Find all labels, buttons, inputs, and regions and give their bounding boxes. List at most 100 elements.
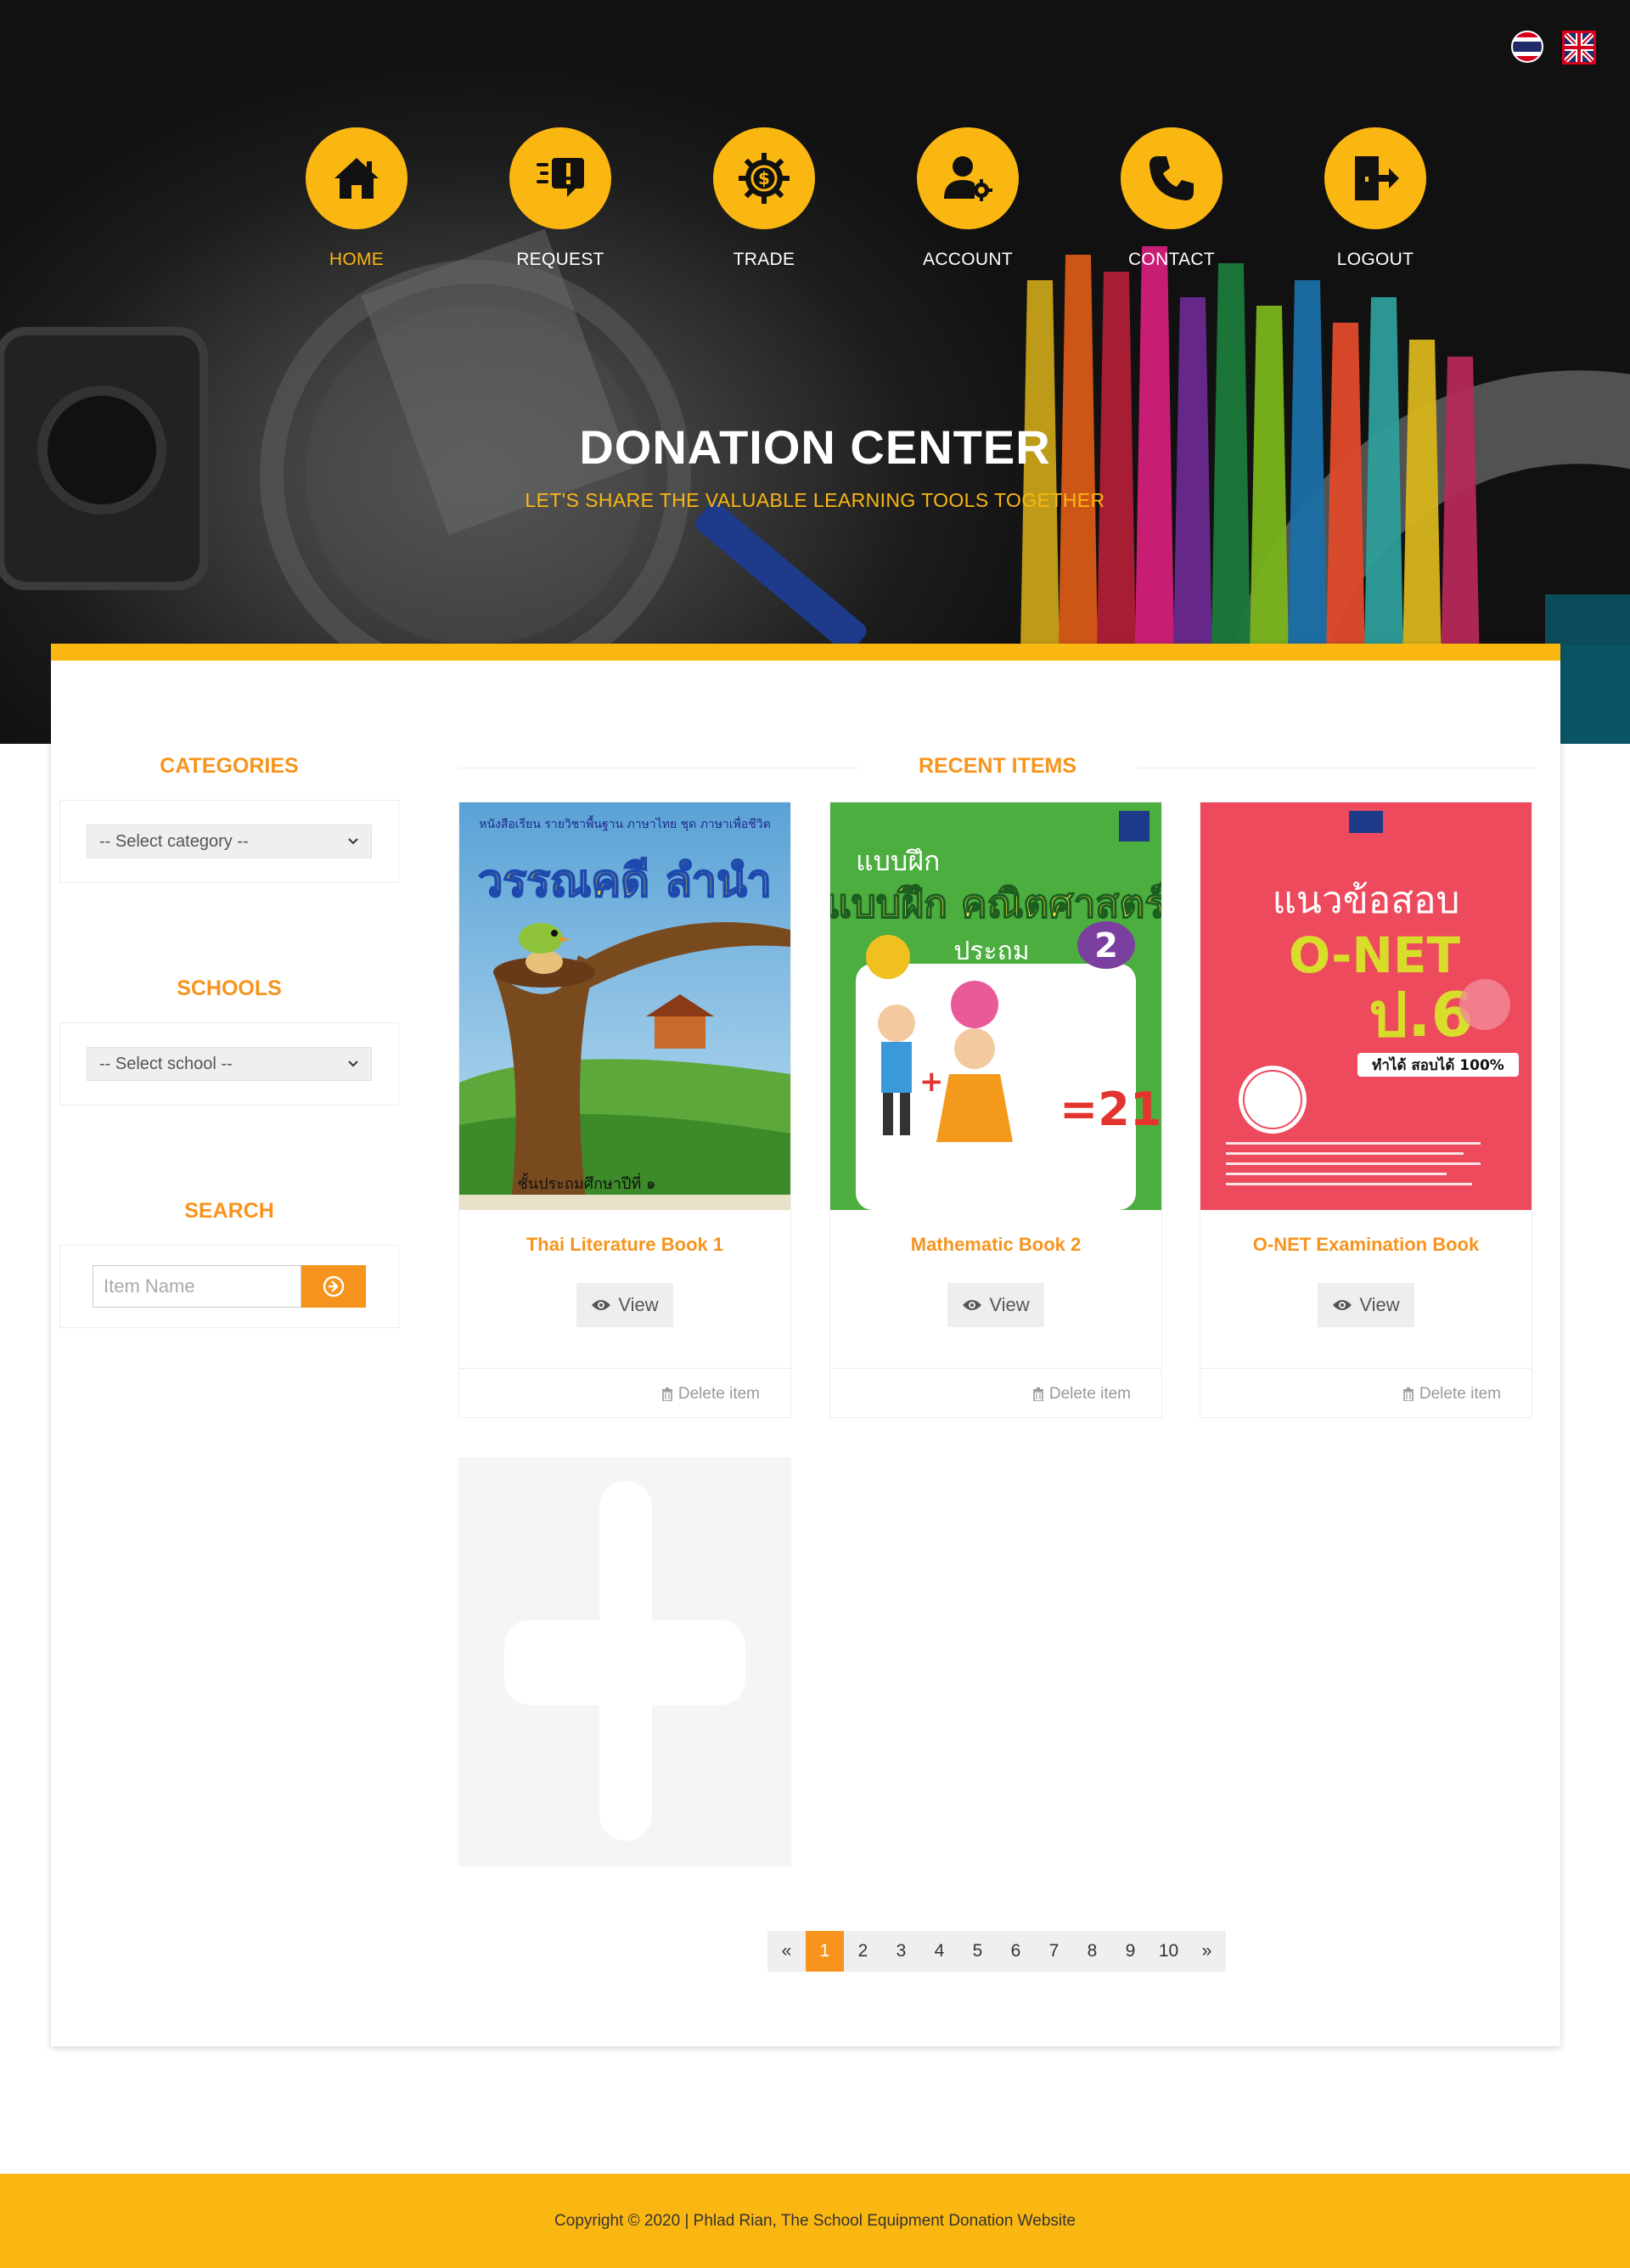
- nav-logout[interactable]: LOGOUT: [1273, 127, 1477, 270]
- item-cover-image[interactable]: หนังสือเรียน รายวิชาพื้นฐาน ภาษาไทย ชุด …: [459, 802, 790, 1210]
- uk-flag-icon[interactable]: [1562, 31, 1596, 65]
- view-button[interactable]: View: [1318, 1283, 1414, 1327]
- phone-icon: [1121, 127, 1222, 229]
- page-6[interactable]: 6: [997, 1931, 1035, 1972]
- page-subtitle: LET'S SHARE THE VALUABLE LEARNING TOOLS …: [525, 489, 1105, 511]
- item-card: แบบฝึก แบบฝึก คณิตศาสตร์ ประถม 2 =21 + M…: [829, 802, 1162, 1418]
- view-label: View: [1359, 1294, 1400, 1315]
- category-select[interactable]: -- Select category --: [87, 824, 372, 858]
- cover-footer-text: ชั้นประถมศึกษาปีที่ ๑: [518, 1173, 656, 1193]
- nav-trade[interactable]: $ TRADE: [662, 127, 866, 270]
- trade-icon: $: [713, 127, 815, 229]
- cover-header-text: หนังสือเรียน รายวิชาพื้นฐาน ภาษาไทย ชุด …: [479, 815, 771, 831]
- nav-home[interactable]: HOME: [255, 127, 458, 270]
- nav-contact[interactable]: CONTACT: [1070, 127, 1273, 270]
- recent-items-header: RECENT ITEMS: [458, 751, 1537, 785]
- copyright-text: Copyright © 2020 | Phlad Rian, The Schoo…: [554, 2211, 1076, 2230]
- search-input[interactable]: Item Name: [93, 1265, 301, 1308]
- delete-item-link[interactable]: Delete item: [1032, 1385, 1131, 1404]
- page-8[interactable]: 8: [1073, 1931, 1111, 1972]
- svg-text:แบบฝึก: แบบฝึก: [856, 845, 940, 877]
- item-name[interactable]: Thai Literature Book 1: [459, 1234, 790, 1256]
- categories-box: -- Select category --: [59, 800, 399, 883]
- item-name[interactable]: O-NET Examination Book: [1200, 1234, 1532, 1256]
- add-item-card[interactable]: [458, 1457, 791, 1866]
- page-1[interactable]: 1: [806, 1931, 844, 1972]
- delete-item-link[interactable]: Delete item: [661, 1385, 760, 1404]
- nav-request-label: REQUEST: [516, 250, 604, 269]
- recent-items-title: RECENT ITEMS: [918, 754, 1077, 778]
- thai-flag-icon[interactable]: [1511, 31, 1543, 63]
- view-label: View: [989, 1294, 1030, 1315]
- nav-contact-label: CONTACT: [1127, 250, 1216, 269]
- account-icon: [917, 127, 1019, 229]
- cover-title-text: แนวข้อสอบ: [1273, 879, 1460, 922]
- page-9[interactable]: 9: [1111, 1931, 1149, 1972]
- card-divider: [459, 1368, 790, 1369]
- eye-icon: [592, 1300, 611, 1310]
- hero-banner: HOME REQUEST $ TRADE ACCOUNT CONTACT LOG…: [0, 0, 1630, 744]
- school-supplies-background: [0, 228, 1630, 744]
- page-3[interactable]: 3: [882, 1931, 920, 1972]
- eye-icon: [1333, 1300, 1352, 1310]
- arrow-circle-icon: [323, 1275, 345, 1297]
- item-card: แนวข้อสอบ O-NET ป.6 ทำได้ สอบได้ 100% O-…: [1200, 802, 1532, 1418]
- delete-label: Delete item: [1419, 1385, 1501, 1403]
- page-5[interactable]: 5: [958, 1931, 997, 1972]
- item-cover-image[interactable]: แนวข้อสอบ O-NET ป.6 ทำได้ สอบได้ 100%: [1200, 802, 1532, 1210]
- school-select[interactable]: -- Select school --: [87, 1047, 372, 1081]
- search-box: Item Name: [59, 1245, 399, 1328]
- cover-equation-text: =21: [1060, 1083, 1161, 1136]
- trash-icon: [1032, 1387, 1043, 1401]
- categories-title: CATEGORIES: [160, 754, 299, 778]
- delete-item-link[interactable]: Delete item: [1402, 1385, 1501, 1404]
- page-next[interactable]: »: [1188, 1931, 1226, 1972]
- card-divider: [1200, 1368, 1532, 1369]
- cover-sub-text: ประถม: [953, 937, 1029, 966]
- main-nav: HOME REQUEST $ TRADE ACCOUNT CONTACT LOG…: [255, 127, 1477, 270]
- school-select-value: -- Select school --: [99, 1054, 233, 1073]
- delete-label: Delete item: [677, 1385, 760, 1403]
- nav-account[interactable]: ACCOUNT: [866, 127, 1070, 270]
- schools-title: SCHOOLS: [177, 976, 282, 1000]
- request-icon: [509, 127, 611, 229]
- schools-box: -- Select school --: [59, 1022, 399, 1106]
- view-button[interactable]: View: [947, 1283, 1044, 1327]
- chevron-down-icon: [348, 1061, 358, 1067]
- home-icon: [306, 127, 408, 229]
- eye-icon: [963, 1300, 982, 1310]
- page-prev[interactable]: «: [767, 1931, 806, 1972]
- main-panel: CATEGORIES -- Select category -- SCHOOLS…: [51, 644, 1560, 2046]
- logout-icon: [1324, 127, 1426, 229]
- trash-icon: [1402, 1387, 1414, 1401]
- view-button[interactable]: View: [576, 1283, 673, 1327]
- nav-request[interactable]: REQUEST: [458, 127, 662, 270]
- nav-home-label: HOME: [329, 250, 385, 269]
- pagination: « 1 2 3 4 5 6 7 8 9 10 »: [767, 1931, 1226, 1972]
- item-card: หนังสือเรียน รายวิชาพื้นฐาน ภาษาไทย ชุด …: [458, 802, 791, 1418]
- language-switcher: [1511, 31, 1596, 65]
- page-10[interactable]: 10: [1149, 1931, 1188, 1972]
- cover-number-text: 2: [1094, 926, 1118, 965]
- page-2[interactable]: 2: [844, 1931, 882, 1972]
- cover-title-text: แบบฝึก คณิตศาสตร์: [830, 881, 1161, 926]
- search-button[interactable]: [301, 1265, 366, 1308]
- cover-title-text: วรรณคดี ลำนำ: [478, 856, 772, 907]
- card-divider: [830, 1368, 1161, 1369]
- item-name[interactable]: Mathematic Book 2: [830, 1234, 1161, 1256]
- item-cover-image[interactable]: แบบฝึก แบบฝึก คณิตศาสตร์ ประถม 2 =21 +: [830, 802, 1161, 1210]
- nav-logout-label: LOGOUT: [1336, 250, 1414, 269]
- cover-big-text: O-NET: [1289, 926, 1461, 984]
- view-label: View: [618, 1294, 659, 1315]
- svg-text:$: $: [758, 168, 770, 189]
- page-7[interactable]: 7: [1035, 1931, 1073, 1972]
- delete-label: Delete item: [1048, 1385, 1131, 1403]
- cover-tag-text: ทำได้ สอบได้ 100%: [1372, 1056, 1504, 1074]
- nav-trade-label: TRADE: [733, 250, 795, 269]
- page-4[interactable]: 4: [920, 1931, 958, 1972]
- chevron-down-icon: [348, 838, 358, 845]
- footer: Copyright © 2020 | Phlad Rian, The Schoo…: [0, 2174, 1630, 2268]
- svg-text:+: +: [919, 1065, 944, 1099]
- page-title: DONATION CENTER: [579, 420, 1051, 474]
- trash-icon: [661, 1387, 672, 1401]
